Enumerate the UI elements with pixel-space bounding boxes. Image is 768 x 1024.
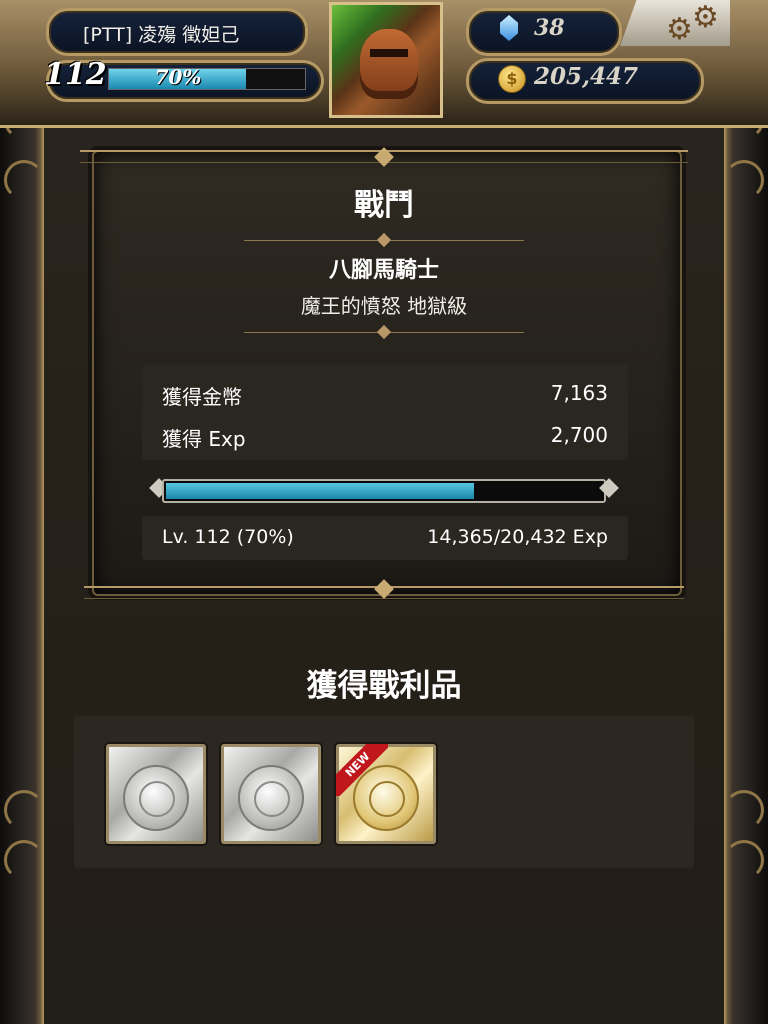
right-frame	[724, 0, 768, 1024]
helmet-visor	[370, 49, 408, 57]
enemy-name: 八腳馬騎士	[328, 258, 439, 283]
new-badge: NEW	[336, 744, 388, 796]
settings-button[interactable]: ⚙ ⚙	[620, 0, 730, 46]
gold-reward-value: 7,163	[550, 381, 608, 405]
gold-count: 205,447	[534, 63, 639, 90]
left-frame	[0, 0, 44, 1024]
exp-progress-text: 14,365/20,432 Exp	[427, 526, 608, 548]
ornament-scroll	[4, 790, 44, 830]
gear-icon: ⚙	[692, 0, 719, 35]
header-exp-percent: 70%	[154, 65, 202, 89]
exp-reward-label: 獲得 Exp	[162, 427, 246, 451]
reward-summary: 獲得金幣 7,163 獲得 Exp 2,700	[142, 364, 628, 460]
ornament-scroll	[724, 840, 764, 880]
gold-reward-label: 獲得金幣	[162, 385, 242, 409]
gear-icon: ⚙	[666, 12, 693, 47]
loot-item-silver-medal[interactable]	[106, 744, 206, 844]
emblem-icon	[254, 781, 290, 817]
loot-title: 獲得戰利品	[306, 668, 462, 704]
loot-item-gold-medal[interactable]: NEW	[336, 744, 436, 844]
ornament-scroll	[4, 840, 44, 880]
coin-icon: $	[498, 65, 526, 93]
new-badge-label: NEW	[336, 744, 388, 796]
knight-helmet-art	[360, 29, 418, 99]
level-progress-row: Lv. 112 (70%) 14,365/20,432 Exp	[142, 516, 628, 560]
stage-name: 魔王的憤怒 地獄級	[300, 294, 468, 318]
leader-avatar[interactable]	[329, 2, 443, 118]
exp-progress-bar	[148, 475, 620, 503]
emblem-icon	[139, 781, 175, 817]
panel-title: 戰鬥	[354, 188, 414, 223]
exp-bar-frame	[162, 479, 606, 503]
player-name: [PTT] 凌殤 徵妲己	[83, 24, 240, 46]
gem-count: 38	[534, 15, 565, 41]
player-level: 112	[44, 57, 107, 92]
exp-reward-value: 2,700	[550, 423, 608, 447]
exp-bar-fill	[166, 483, 474, 499]
level-text: Lv. 112 (70%)	[162, 526, 294, 548]
player-name-plate[interactable]: [PTT] 凌殤 徵妲己	[46, 8, 308, 56]
loot-item-silver-medal[interactable]	[221, 744, 321, 844]
exp-reward-row: 獲得 Exp 2,700	[162, 423, 608, 452]
ornament-scroll	[724, 790, 764, 830]
gold-reward-row: 獲得金幣 7,163	[162, 381, 608, 410]
